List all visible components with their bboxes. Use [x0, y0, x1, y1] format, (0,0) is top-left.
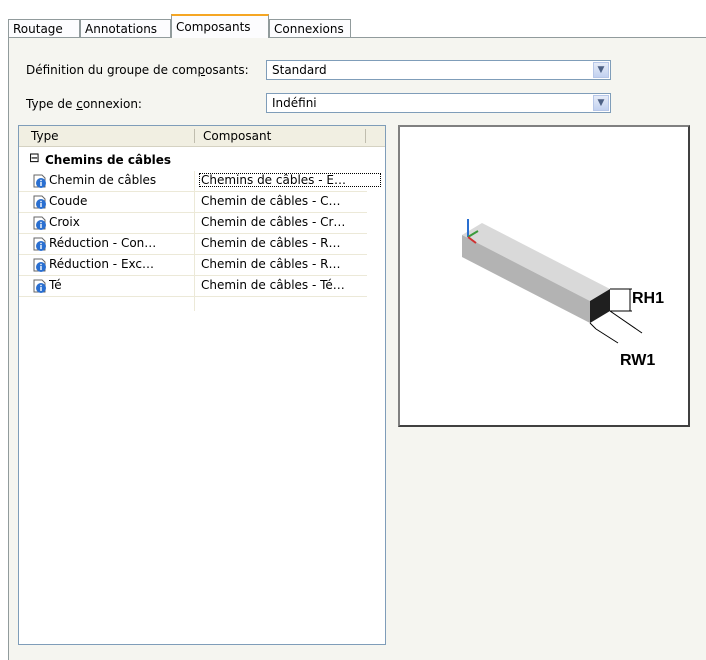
info-icon [33, 279, 46, 293]
group-row[interactable]: ⊟ Chemins de câbles [19, 151, 385, 171]
row-type: Té [49, 278, 62, 292]
column-header-component[interactable]: Composant [203, 129, 271, 143]
components-grid[interactable]: Type Composant ⊟ Chemins de câbles Chemi… [18, 125, 386, 645]
component-preview: RH1 RW1 [398, 125, 690, 427]
collapse-toggle-icon[interactable]: ⊟ [29, 151, 40, 166]
connection-type-select[interactable]: Indéfini ▼ [266, 93, 611, 113]
tab-composants[interactable]: Composants [171, 14, 269, 38]
row-component[interactable]: Chemin de câbles - C… [199, 194, 381, 208]
tab-label: Connexions [274, 22, 344, 36]
group-definition-select[interactable]: Standard ▼ [266, 60, 611, 80]
row-type: Coude [49, 194, 88, 208]
table-row[interactable]: Croix Chemin de câbles - Cr… [19, 213, 385, 233]
group-label: Chemins de câbles [45, 153, 172, 167]
preview-viewport: RH1 RW1 [410, 137, 678, 409]
chevron-down-icon[interactable]: ▼ [593, 95, 609, 111]
dim-width-label: RW1 [620, 352, 655, 369]
table-row[interactable]: Chemin de câbles Chemins de câbles - E… [19, 171, 385, 191]
row-type: Croix [49, 215, 80, 229]
row-divider [19, 296, 367, 297]
table-row[interactable]: Coude Chemin de câbles - C… [19, 192, 385, 212]
group-definition-label: Définition du groupe de composants: [26, 63, 249, 77]
info-icon [33, 258, 46, 272]
tab-label: Composants [176, 20, 251, 34]
table-row[interactable]: Réduction - Con… Chemin de câbles - R… [19, 234, 385, 254]
row-component[interactable]: Chemin de câbles - R… [199, 257, 381, 271]
info-icon [33, 216, 46, 230]
column-header-type[interactable]: Type [31, 129, 59, 143]
row-component[interactable]: Chemins de câbles - E… [199, 173, 381, 187]
tab-strip: Routage Annotations Composants Connexion… [8, 14, 706, 38]
row-type: Réduction - Con… [49, 236, 157, 250]
info-icon [33, 195, 46, 209]
info-icon [33, 237, 46, 251]
connection-type-label: Type de connexion: [26, 97, 142, 111]
tab-connexions[interactable]: Connexions [269, 19, 351, 37]
connection-type-value: Indéfini [272, 96, 317, 110]
dim-height-label: RH1 [632, 290, 664, 307]
row-component[interactable]: Chemin de câbles - Cr… [199, 215, 381, 229]
row-component[interactable]: Chemin de câbles - R… [199, 236, 381, 250]
info-icon [33, 174, 46, 188]
table-row[interactable]: Réduction - Exc… Chemin de câbles - R… [19, 255, 385, 275]
table-row[interactable]: Té Chemin de câbles - Té… [19, 276, 385, 296]
tab-routage[interactable]: Routage [8, 19, 80, 37]
group-definition-value: Standard [272, 63, 327, 77]
grid-header: Type Composant [19, 126, 385, 147]
tab-label: Annotations [85, 22, 158, 36]
cable-tray-preview-image: RH1 RW1 [462, 219, 664, 369]
row-component[interactable]: Chemin de câbles - Té… [199, 278, 381, 292]
tab-annotations[interactable]: Annotations [80, 19, 171, 37]
tab-label: Routage [13, 22, 63, 36]
chevron-down-icon[interactable]: ▼ [593, 62, 609, 78]
column-divider[interactable] [194, 129, 195, 143]
column-divider[interactable] [365, 129, 366, 143]
row-type: Chemin de câbles [49, 173, 157, 187]
row-type: Réduction - Exc… [49, 257, 155, 271]
